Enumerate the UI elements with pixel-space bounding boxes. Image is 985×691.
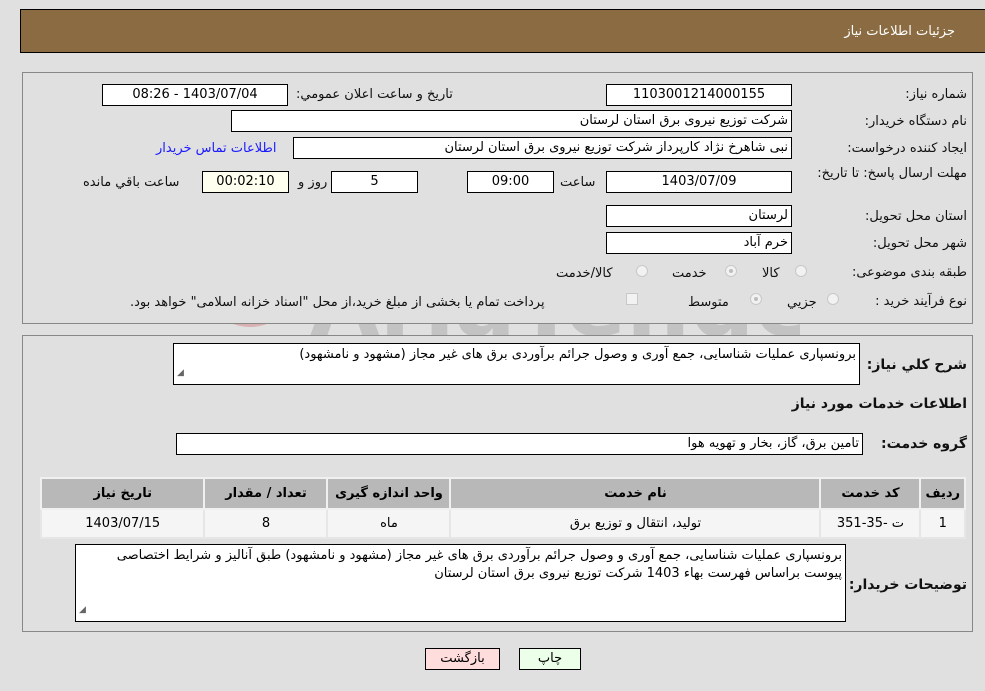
buyer-org-field: شرکت توزیع نیروی برق استان لرستان [231,110,792,132]
province-field: لرستان [606,205,792,227]
creator-label: ایجاد کننده درخواست: [847,141,967,156]
cell-quantity: 8 [203,508,329,539]
page-header: جزئیات اطلاعات نیاز [20,9,985,53]
category-radio-goods[interactable] [795,265,807,277]
category-label: طبقه بندی موضوعی: [851,265,967,280]
buyer-notes-text: برونسپاری عملیات شناسایی، جمع آوری و وصو… [116,548,842,581]
city-label: شهر محل تحویل: [872,236,967,251]
service-group-field: تامین برق، گاز، بخار و تهویه هوا [176,433,863,455]
back-button[interactable]: بازگشت [425,648,500,670]
description-textarea[interactable]: برونسپاری عملیات شناسایی، جمع آوری و وصو… [173,343,860,385]
treasury-checkbox[interactable] [626,293,638,305]
cell-service-name: تولید، انتقال و توزیع برق [449,508,822,539]
cell-unit: ماه [326,508,452,539]
col-service-code: کد خدمت [819,477,922,510]
services-table: ردیف کد خدمت نام خدمت واحد اندازه گیری ت… [39,477,966,539]
description-text: برونسپاری عملیات شناسایی، جمع آوری و وصو… [299,347,856,362]
description-label: شرح کلي نیاز: [866,357,967,373]
category-radio-service[interactable] [725,265,737,277]
services-section-title: اطلاعات خدمات مورد نیاز [791,396,967,412]
page-title: جزئیات اطلاعات نیاز [844,24,955,39]
need-number-label: شماره نیاز: [905,87,967,102]
creator-field: نبی شاهرخ نژاد کارپرداز شرکت توزیع نیروی… [293,137,792,159]
category-option-goods: کالا [762,266,780,281]
purchase-process-label: نوع فرآیند خرید : [875,294,967,309]
category-option-service: خدمت [672,266,707,281]
table-header-row: ردیف کد خدمت نام خدمت واحد اندازه گیری ت… [39,477,966,510]
buyer-notes-textarea[interactable]: برونسپاری عملیات شناسایی، جمع آوری و وصو… [75,544,846,622]
process-radio-medium[interactable] [750,293,762,305]
table-row: 1 ت -35-351 تولید، انتقال و توزیع برق ما… [39,508,966,539]
days-label: روز و [298,175,328,190]
buyer-notes-label: توضیحات خریدار: [848,577,967,593]
print-button[interactable]: چاپ [519,648,581,670]
time-remaining-label: ساعت باقي مانده [83,175,180,190]
process-option-medium: متوسط [688,295,729,310]
deadline-time-label: ساعت [560,175,596,190]
col-quantity: تعداد / مقدار [203,477,329,510]
cell-service-code: ت -35-351 [819,508,922,539]
need-number-field: 1103001214000155 [606,84,792,106]
process-radio-minor[interactable] [827,293,839,305]
treasury-note: پرداخت تمام یا بخشی از مبلغ خرید،از محل … [130,295,545,310]
process-option-minor: جزيي [787,295,817,310]
deadline-label: مهلت ارسال پاسخ: تا تاریخ: [817,166,967,181]
deadline-date-field: 1403/07/09 [606,171,792,193]
cell-row-number: 1 [919,508,966,539]
category-radio-goods-service[interactable] [636,265,648,277]
resize-grip-icon[interactable]: ◢ [79,601,86,619]
announce-date-field: 1403/07/04 - 08:26 [102,84,288,106]
col-need-date: تاریخ نیاز [39,477,206,510]
service-group-label: گروه خدمت: [881,436,967,452]
resize-grip-icon[interactable]: ◢ [177,364,184,382]
col-row-number: ردیف [919,477,966,510]
days-remaining-field: 5 [331,171,418,193]
col-unit: واحد اندازه گیری [326,477,452,510]
province-label: استان محل تحویل: [865,209,967,224]
col-service-name: نام خدمت [449,477,822,510]
deadline-time-field: 09:00 [467,171,554,193]
city-field: خرم آباد [606,232,792,254]
buyer-org-label: نام دستگاه خریدار: [864,114,967,129]
buyer-contact-link[interactable]: اطلاعات تماس خریدار [156,141,276,156]
announce-date-label: تاریخ و ساعت اعلان عمومي: [296,87,453,102]
time-remaining-field: 00:02:10 [202,171,289,193]
category-option-goods-service: کالا/خدمت [556,266,613,281]
cell-need-date: 1403/07/15 [39,508,206,539]
